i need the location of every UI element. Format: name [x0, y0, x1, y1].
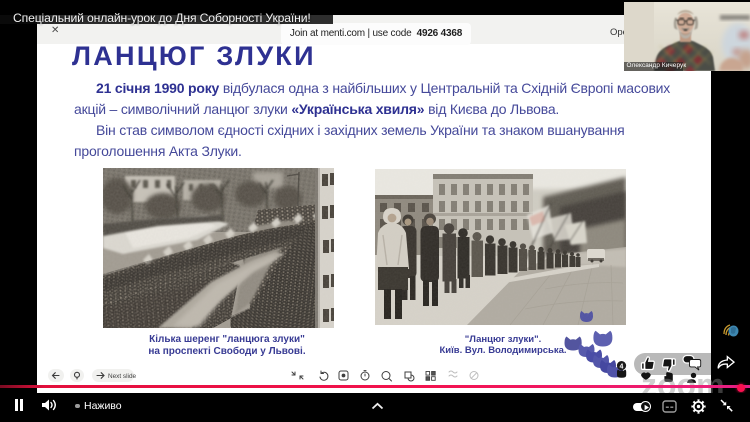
- svg-text:Next slide: Next slide: [108, 373, 137, 380]
- svg-text:4: 4: [620, 363, 624, 370]
